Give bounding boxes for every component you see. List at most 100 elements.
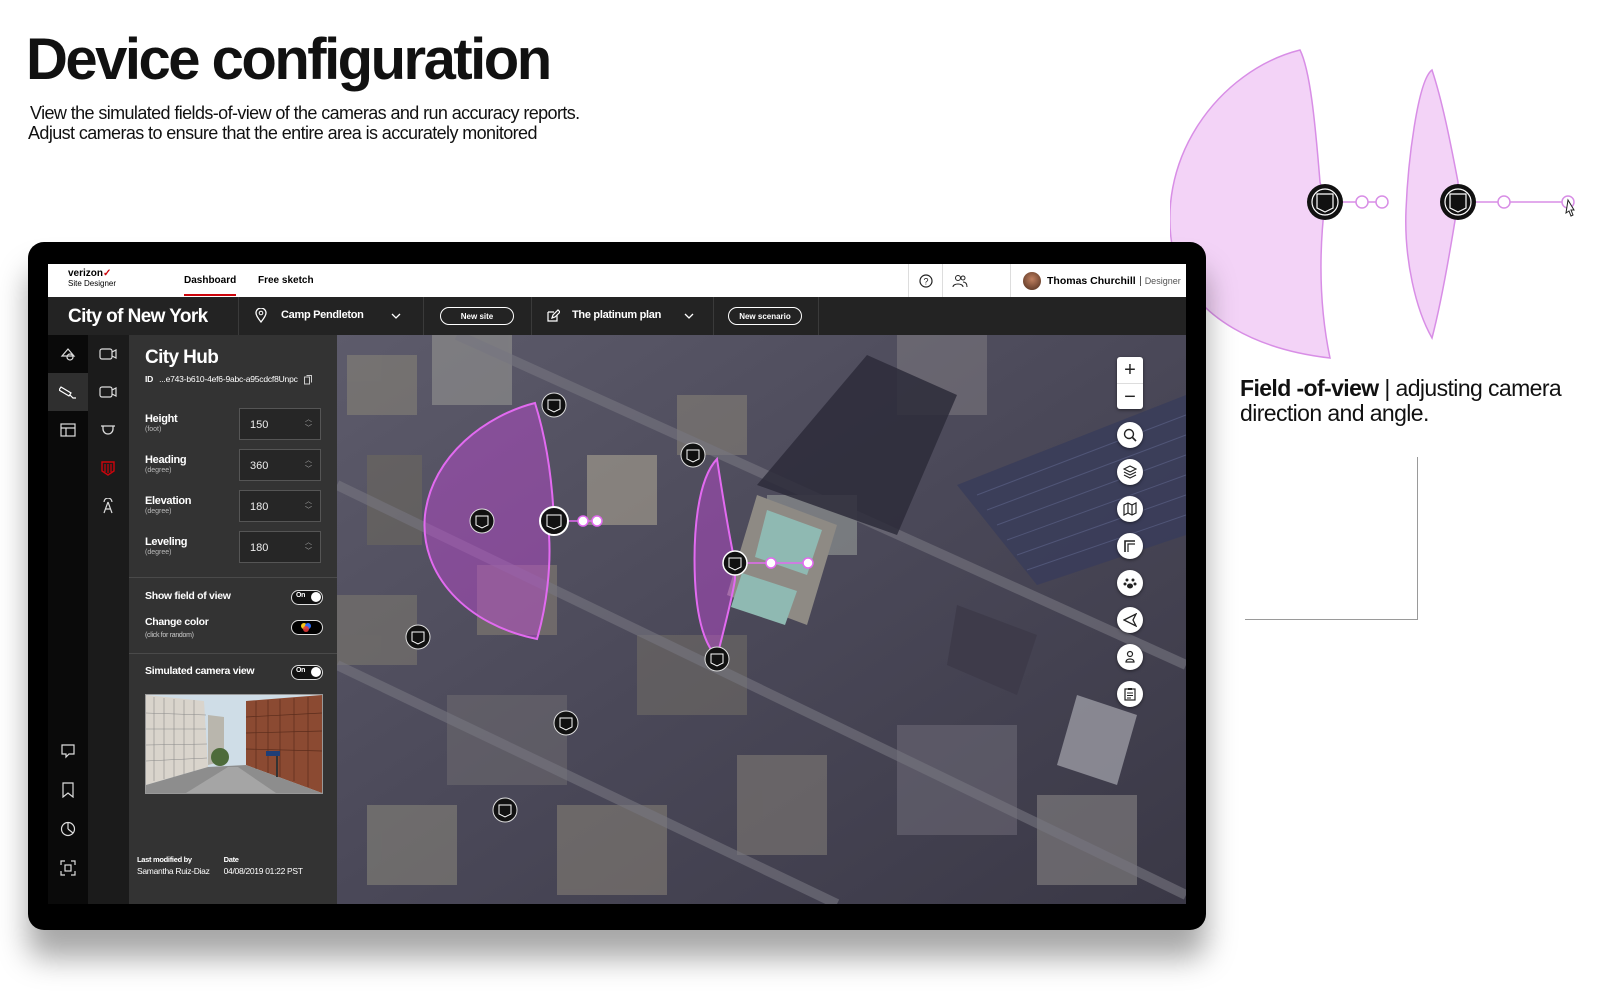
- site-selector[interactable]: Camp Pendleton: [238, 297, 424, 335]
- stepper-icon[interactable]: ︿ ﹀: [305, 538, 312, 556]
- camera-marker-icon[interactable]: [680, 442, 706, 468]
- date-label: Date: [223, 855, 239, 864]
- simulated-camera-image: [145, 694, 323, 794]
- verizon-logo[interactable]: verizon✓ Site Designer: [68, 269, 116, 289]
- camera-marker-icon[interactable]: [405, 624, 431, 650]
- rail-devices[interactable]: [48, 373, 88, 411]
- tilt-handle-icon[interactable]: [802, 557, 814, 569]
- nav-dashboard[interactable]: Dashboard: [184, 275, 237, 296]
- show-fov-toggle[interactable]: On: [291, 590, 323, 605]
- device-4k-camera[interactable]: [88, 335, 128, 373]
- satellite-map[interactable]: + −: [337, 335, 1186, 904]
- map-icon: [1123, 502, 1137, 516]
- map-view-button[interactable]: [1117, 496, 1143, 522]
- rotate-handle-icon[interactable]: [765, 557, 777, 569]
- rail-shapes[interactable]: [48, 335, 88, 373]
- rotate-handle-icon[interactable]: [1497, 195, 1511, 209]
- chevron-down-icon: [684, 313, 694, 319]
- rail-bookmarks[interactable]: [48, 771, 88, 809]
- fov-caption-bold: Field -of-view: [1240, 375, 1379, 401]
- top-bar: verizon✓ Site Designer Dashboard Free sk…: [48, 264, 1186, 297]
- device-dome-camera[interactable]: [88, 411, 128, 449]
- heading-input[interactable]: 360 ︿ ﹀: [239, 449, 321, 481]
- heading-unit: (degree): [145, 467, 172, 474]
- camera-icon: [1440, 184, 1476, 220]
- navigate-icon: [1123, 613, 1137, 627]
- page-description: View the simulated fields-of-view of the…: [28, 103, 580, 143]
- user-role: Designer: [1139, 275, 1181, 286]
- primary-rail: [48, 335, 88, 904]
- new-scenario-button[interactable]: New scenario: [728, 307, 802, 325]
- stepper-icon[interactable]: ︿ ﹀: [305, 497, 312, 515]
- zoom-out-button[interactable]: −: [1117, 383, 1143, 410]
- height-unit: (foot): [145, 426, 162, 433]
- device-hub[interactable]: [88, 449, 128, 487]
- camera-marker-icon[interactable]: [469, 508, 495, 534]
- device-antenna[interactable]: [88, 487, 128, 525]
- map-layers-button[interactable]: [1117, 459, 1143, 485]
- site-name: Camp Pendleton: [281, 309, 364, 321]
- change-color-hint: (click for random): [145, 632, 194, 639]
- leveling-value: 180: [250, 542, 269, 554]
- simulated-view-row: Simulated camera view On: [145, 665, 323, 683]
- camera-marker-icon[interactable]: [553, 710, 579, 736]
- color-swatch-button[interactable]: [291, 620, 323, 635]
- device-id-label: ID: [145, 374, 154, 384]
- rotate-handle-icon[interactable]: [577, 515, 589, 527]
- camera-marker-icon[interactable]: [704, 646, 730, 672]
- map-navigate-button[interactable]: [1117, 607, 1143, 633]
- rail-layout[interactable]: [48, 411, 88, 449]
- camera-marker-icon[interactable]: [722, 550, 748, 576]
- rotate-handle-icon[interactable]: [1355, 195, 1369, 209]
- user-menu[interactable]: Thomas Churchill Designer: [1010, 264, 1186, 297]
- elevation-value: 180: [250, 501, 269, 513]
- camera-marker-icon[interactable]: [492, 797, 518, 823]
- map-route-button[interactable]: [1117, 533, 1143, 559]
- layers-icon: [1123, 465, 1137, 479]
- device-cbi-camera[interactable]: [88, 373, 128, 411]
- copy-icon[interactable]: [303, 374, 312, 385]
- simulated-view-label: Simulated camera view: [145, 665, 255, 677]
- new-site-button[interactable]: New site: [440, 307, 514, 325]
- nav-free-sketch[interactable]: Free sketch: [258, 275, 314, 286]
- fov-caption: Field -of-view | adjusting camera direct…: [1240, 376, 1600, 426]
- map-tracking-button[interactable]: [1117, 570, 1143, 596]
- elevation-input[interactable]: 180 ︿ ﹀: [239, 490, 321, 522]
- camera-marker-icon[interactable]: [541, 392, 567, 418]
- product-name: Site Designer: [68, 279, 117, 288]
- rail-pins[interactable]: [48, 732, 88, 770]
- help-button[interactable]: ?: [908, 264, 943, 297]
- zoom-in-button[interactable]: +: [1117, 357, 1143, 383]
- map-report-button[interactable]: [1117, 681, 1143, 707]
- camera-marker-selected-icon[interactable]: [539, 506, 569, 536]
- toggle-knob: [311, 592, 321, 602]
- capture-icon: [60, 860, 76, 876]
- team-button[interactable]: [942, 264, 977, 297]
- tilt-handle-icon[interactable]: [1375, 195, 1389, 209]
- device-properties-panel: City Hub ID ...e743-b610-4ef6-9abc-a95cdc…: [129, 335, 375, 904]
- leveling-input[interactable]: 180 ︿ ﹀: [239, 531, 321, 563]
- clipboard-icon: [1124, 688, 1136, 701]
- elevation-unit: (degree): [145, 508, 172, 515]
- toggle-knob: [311, 667, 321, 677]
- rail-analytics[interactable]: [48, 810, 88, 848]
- zoom-control: + −: [1117, 357, 1143, 409]
- avatar: [1023, 271, 1041, 290]
- search-icon: [1123, 428, 1137, 442]
- stepper-icon[interactable]: ︿ ﹀: [305, 415, 312, 433]
- tilt-handle-icon[interactable]: [591, 515, 603, 527]
- map-pin-icon: [61, 744, 75, 759]
- device-title: City Hub: [145, 347, 219, 368]
- simulated-view-toggle[interactable]: On: [291, 665, 323, 680]
- map-person-button[interactable]: [1117, 644, 1143, 670]
- height-field: Height (foot) 150 ︿ ﹀: [145, 408, 323, 442]
- camera-icon: [1307, 184, 1343, 220]
- plan-selector[interactable]: The platinum plan: [531, 297, 714, 335]
- rail-capture[interactable]: [48, 849, 88, 887]
- stepper-icon[interactable]: ︿ ﹀: [305, 456, 312, 474]
- user-pin-icon: [1125, 650, 1135, 663]
- height-input[interactable]: 150 ︿ ﹀: [239, 408, 321, 440]
- map-search-button[interactable]: [1117, 422, 1143, 448]
- street-scene: [146, 695, 322, 793]
- heading-field: Heading (degree) 360 ︿ ﹀: [145, 449, 323, 483]
